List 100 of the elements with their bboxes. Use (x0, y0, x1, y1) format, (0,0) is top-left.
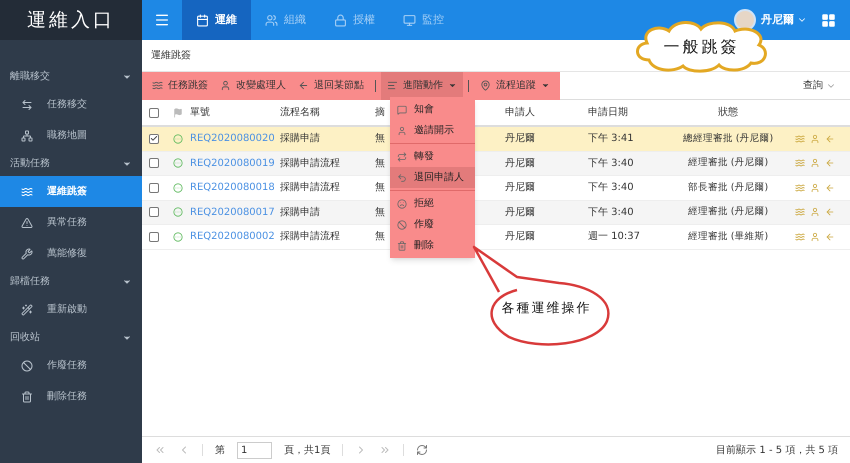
refresh-icon[interactable] (416, 444, 428, 456)
arrow-left-icon[interactable] (825, 158, 835, 168)
message-icon (397, 104, 407, 114)
dropdown-button[interactable]: 進階動作 (381, 72, 463, 100)
undo-icon (397, 172, 407, 182)
table-cell-text: 採購申請流程 (280, 230, 341, 244)
row-checkbox[interactable] (148, 207, 158, 218)
row-checkbox[interactable] (148, 158, 158, 168)
monitor-icon (403, 14, 416, 26)
sidebar-item[interactable]: 異常任務 (0, 207, 142, 238)
caret-icon (448, 81, 457, 90)
page-label: 第 (215, 444, 225, 458)
wrench-icon (21, 248, 33, 260)
sidebar-item[interactable]: 作廢任務 (0, 350, 142, 381)
column-header: 狀態 (717, 106, 739, 120)
page-field[interactable]: 1 (237, 442, 272, 458)
sidebar-group[interactable]: 歸檔任務 (0, 269, 142, 294)
wave-icon (21, 186, 33, 198)
user-icon[interactable] (810, 134, 820, 144)
sidebar-item[interactable]: 運維跳簽 (0, 176, 142, 207)
frown-icon (397, 198, 407, 208)
toolbar-button[interactable]: 改變處理人 (214, 72, 292, 100)
sidebar-item[interactable]: 重新啟動 (0, 294, 142, 325)
lines-icon (387, 80, 398, 91)
user-icon[interactable] (810, 182, 820, 193)
dropdown-button[interactable]: 流程追蹤 (474, 72, 556, 100)
request-link[interactable]: REQ2020080002 (190, 229, 280, 244)
table-cell-text: 丹尼爾 (505, 132, 536, 146)
query-button[interactable]: 查詢 (803, 78, 836, 93)
arrow-left-icon[interactable] (825, 134, 835, 144)
table-cell-text: 總經理審批 (丹尼爾) (682, 132, 774, 146)
lock-icon (334, 14, 347, 26)
callout-text: 各種運维操作 (500, 300, 592, 318)
table-cell-text: 採購申請 (280, 132, 321, 146)
status-icon (172, 182, 182, 193)
table-cell-text: 採購申請流程 (280, 156, 341, 171)
table-cell-text: 無 (375, 206, 386, 220)
user-icon[interactable] (810, 232, 820, 242)
caret-icon (541, 81, 550, 90)
apps-icon[interactable] (821, 12, 836, 28)
swap-icon (397, 152, 407, 162)
flag-icon (172, 108, 182, 118)
table-cell-text: 下午 3:40 (588, 156, 635, 171)
toolbar-button[interactable]: 退回某節點 (292, 72, 370, 100)
user-icon[interactable] (810, 207, 820, 218)
wave-icon[interactable] (795, 207, 805, 218)
ban-icon (397, 220, 407, 230)
user-icon (397, 126, 407, 136)
request-link[interactable]: REQ2020080018 (190, 180, 280, 196)
column-header: 單號 (190, 106, 211, 120)
page-summary: 目前顯示 1 - 5 項，共 5 項 (716, 444, 838, 458)
arrow-left-icon (298, 80, 309, 91)
row-checkbox[interactable] (148, 232, 158, 242)
arrow-left-icon[interactable] (825, 182, 835, 193)
last-page-icon[interactable] (379, 444, 392, 456)
sidebar-group[interactable]: 活動任務 (0, 151, 142, 176)
table-cell-text: 週一 10:37 (588, 230, 641, 244)
user-icon[interactable] (810, 158, 820, 168)
org-chart-icon (21, 130, 33, 142)
wand-icon (21, 304, 33, 316)
sidebar-group[interactable]: 離職移交 (0, 64, 142, 89)
column-header: 申請人 (505, 106, 536, 120)
sidebar-group[interactable]: 回收站 (0, 325, 142, 350)
page-count: 頁，共1頁 (284, 444, 330, 458)
table-cell-text: 丹尼爾 (505, 230, 536, 244)
table-cell-text: 無 (375, 132, 386, 146)
user-icon (220, 80, 231, 91)
first-page-icon[interactable] (154, 444, 166, 456)
column-header: 摘 (375, 106, 386, 120)
pin-icon (480, 80, 491, 91)
row-checkbox[interactable] (148, 134, 158, 144)
menu-item[interactable]: 知會 (390, 99, 475, 120)
table-cell-text: 下午 3:40 (588, 181, 635, 196)
row-checkbox[interactable] (148, 182, 158, 193)
table-cell-text: 無 (375, 181, 386, 196)
arrow-left-icon[interactable] (825, 207, 835, 218)
table-cell-text: 經理審批 (丹尼爾) (686, 205, 770, 220)
sidebar-item[interactable]: 刪除任務 (0, 381, 142, 412)
wave-icon[interactable] (795, 158, 805, 168)
sidebar-item[interactable]: 職務地圖 (0, 120, 142, 151)
arrow-left-icon[interactable] (825, 232, 835, 242)
trash-icon (397, 240, 407, 250)
user-menu[interactable]: 丹尼爾 (761, 12, 794, 28)
nav-tab[interactable]: 運維 (182, 0, 251, 40)
table-cell-text: 丹尼爾 (505, 181, 536, 196)
wave-icon[interactable] (795, 232, 805, 242)
checkbox[interactable] (148, 108, 158, 118)
wave-icon[interactable] (795, 134, 805, 144)
status-icon (172, 134, 182, 144)
wave-icon (152, 80, 163, 91)
menu-icon[interactable] (154, 12, 170, 28)
table-cell-text: 採購申請 (280, 206, 321, 220)
sidebar-item[interactable]: 萬能修復 (0, 238, 142, 269)
status-icon (172, 207, 182, 218)
wave-icon[interactable] (795, 182, 805, 193)
table-cell-text: 部長審批 (丹尼爾) (686, 180, 770, 195)
table-cell-text: 下午 3:41 (588, 132, 635, 146)
sidebar-item[interactable]: 任務移交 (0, 89, 142, 120)
menu-item[interactable]: 退回申請人 (390, 167, 475, 188)
toolbar-button[interactable]: 任務跳簽 (146, 72, 214, 100)
